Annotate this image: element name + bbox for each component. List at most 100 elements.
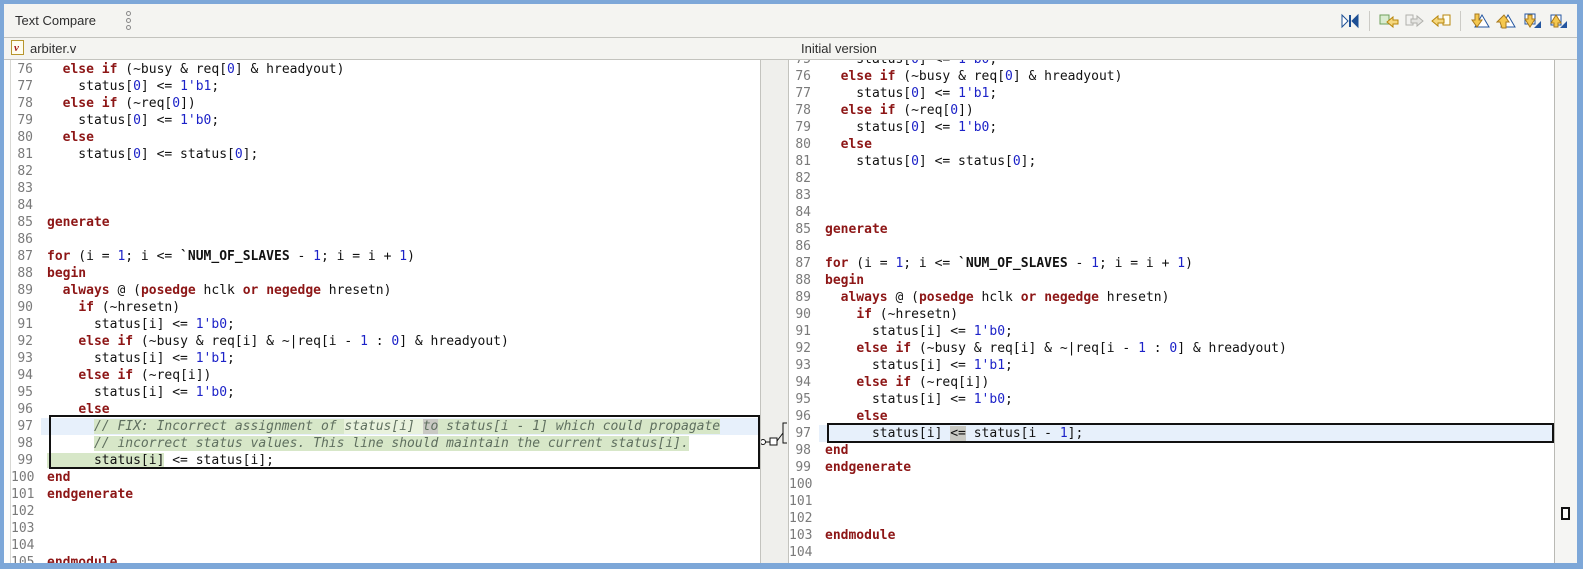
- code-text: else if (~busy & req[0] & hreadyout): [62, 62, 345, 77]
- code-text: else: [62, 130, 94, 145]
- code-line: 95 status[i] <= 1'b0;: [789, 391, 1554, 408]
- next-difference-icon: [1470, 13, 1490, 29]
- code-text: status[i] <= status[i];: [47, 453, 274, 468]
- line-number: 87: [17, 249, 33, 264]
- code-line: 85 generate: [789, 221, 1554, 238]
- line-number: 78: [795, 103, 811, 118]
- line-number: 96: [795, 409, 811, 424]
- line-number: 104: [11, 538, 35, 553]
- line-number: 88: [795, 273, 811, 288]
- code-line: 81 status[0] <= status[0];: [11, 146, 760, 163]
- line-number: 103: [789, 528, 813, 543]
- code-line: 89 always @ (posedge hclk or negedge hre…: [11, 282, 760, 299]
- right-pane-header: Initial version: [790, 38, 1577, 59]
- line-number: 101: [789, 494, 813, 509]
- code-line: 103: [11, 520, 760, 537]
- next-difference-button[interactable]: [1467, 9, 1493, 33]
- diff-connector-handle[interactable]: [769, 437, 778, 446]
- diff-overview-marker[interactable]: [1561, 507, 1570, 520]
- previous-change-button[interactable]: [1545, 9, 1571, 33]
- code-line: 92 else if (~busy & req[i] & ~|req[i - 1…: [789, 340, 1554, 357]
- line-number: 87: [795, 256, 811, 271]
- code-line: 90 if (~hresetn): [789, 306, 1554, 323]
- next-change-button[interactable]: [1519, 9, 1545, 33]
- line-number: 76: [795, 69, 811, 84]
- line-number: 84: [17, 198, 33, 213]
- previous-difference-icon: [1496, 13, 1516, 29]
- line-number: 81: [795, 154, 811, 169]
- toolbar-separator: [1460, 10, 1461, 31]
- code-text: else if (~busy & req[0] & hreadyout): [840, 69, 1123, 84]
- overview-ruler[interactable]: [1555, 60, 1577, 563]
- code-text: for (i = 1; i <= `NUM_OF_SLAVES - 1; i =…: [825, 256, 1193, 271]
- line-number: 100: [789, 477, 813, 492]
- line-number: 82: [795, 171, 811, 186]
- line-number: 88: [17, 266, 33, 281]
- code-line: 104: [789, 544, 1554, 561]
- code-line: 80 else: [11, 129, 760, 146]
- code-text: status[i] <= 1'b0;: [47, 317, 235, 332]
- line-number: 83: [17, 181, 33, 196]
- previous-difference-button[interactable]: [1493, 9, 1519, 33]
- line-number: 86: [17, 232, 33, 247]
- line-number: 92: [17, 334, 33, 349]
- line-number: 104: [789, 545, 813, 560]
- code-line: 83: [11, 180, 760, 197]
- next-change-icon: [1522, 13, 1542, 29]
- code-line: 86: [11, 231, 760, 248]
- line-number: 75: [789, 60, 819, 68]
- code-line: 101: [789, 493, 1554, 510]
- copy-current-change-from-right-to-left-button[interactable]: [1428, 9, 1454, 33]
- code-text: else if (~busy & req[i] & ~|req[i - 1 : …: [856, 341, 1287, 356]
- right-pane-title: Initial version: [801, 41, 877, 56]
- line-number: 95: [795, 392, 811, 407]
- drag-handle-icon[interactable]: [125, 11, 131, 30]
- copy-current-change-from-left-to-right-button[interactable]: [1402, 9, 1428, 33]
- code-text: always @ (posedge hclk or negedge hreset…: [62, 283, 392, 298]
- code-line: 97 // FIX: Incorrect assignment of statu…: [11, 418, 760, 435]
- copy-all-from-right-to-left-button[interactable]: [1376, 9, 1402, 33]
- code-line: 102: [789, 510, 1554, 527]
- code-line: 96 else: [11, 401, 760, 418]
- line-number: 92: [795, 341, 811, 356]
- swap-left-and-right-view-button[interactable]: [1337, 9, 1363, 33]
- line-number: 98: [17, 436, 33, 451]
- left-pane-header: v arbiter.v: [4, 38, 762, 59]
- code-text: if (~hresetn): [856, 307, 959, 322]
- code-text: else: [840, 137, 872, 152]
- code-line: 77 status[0] <= 1'b1;: [789, 85, 1554, 102]
- verilog-file-icon: v: [11, 39, 24, 58]
- code-text: else if (~req[0]): [62, 96, 196, 111]
- left-editor-pane[interactable]: 76 else if (~busy & req[0] & hreadyout) 7…: [11, 60, 761, 563]
- line-number: 95: [17, 385, 33, 400]
- left-annotation-ruler[interactable]: [4, 60, 11, 563]
- copy-current-change-from-right-to-left-icon: [1431, 13, 1451, 29]
- line-number: 100: [11, 470, 35, 485]
- line-number: 84: [795, 205, 811, 220]
- code-line: 82: [789, 170, 1554, 187]
- code-line: 94 else if (~req[i]): [789, 374, 1554, 391]
- code-text: endmodule: [47, 555, 118, 563]
- code-line: 100 end: [11, 469, 760, 486]
- compare-toolbar: Text Compare: [4, 4, 1577, 38]
- code-line: 93 status[i] <= 1'b1;: [789, 357, 1554, 374]
- line-number: 82: [17, 164, 33, 179]
- code-text: generate: [825, 222, 888, 237]
- line-number: 96: [17, 402, 33, 417]
- code-text: status[i] <= 1'b1;: [825, 358, 1013, 373]
- right-editor-pane[interactable]: 75 status[0] <= 1'b0;76 else if (~busy &…: [789, 60, 1554, 563]
- code-line: 76 else if (~busy & req[0] & hreadyout): [11, 61, 760, 78]
- code-line: 81 status[0] <= status[0];: [789, 153, 1554, 170]
- code-line: 102: [11, 503, 760, 520]
- line-number: 91: [795, 324, 811, 339]
- code-line: 79 status[0] <= 1'b0;: [11, 112, 760, 129]
- code-line: 75 status[0] <= 1'b0;: [789, 60, 1554, 68]
- code-line: 85 generate: [11, 214, 760, 231]
- code-line: 88 begin: [11, 265, 760, 282]
- previous-change-icon: [1548, 13, 1568, 29]
